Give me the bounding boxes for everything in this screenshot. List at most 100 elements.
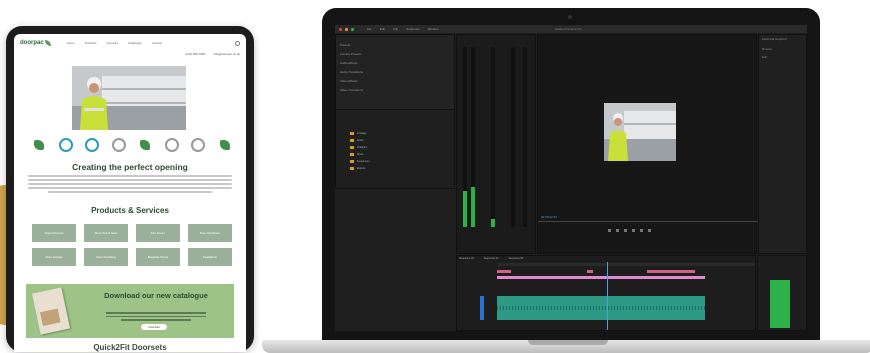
bin-label: Footage bbox=[357, 132, 367, 135]
bin-label: Music bbox=[357, 153, 364, 156]
step-forward-icon[interactable] bbox=[640, 229, 643, 232]
effects-item[interactable]: Video Transitions bbox=[340, 88, 363, 92]
forward-icon[interactable] bbox=[632, 229, 635, 232]
intro-text bbox=[28, 175, 232, 195]
bin-row[interactable]: Graphics bbox=[350, 146, 367, 149]
playhead[interactable] bbox=[607, 262, 608, 330]
product-tile[interactable]: Internal Doors bbox=[32, 224, 76, 242]
tab-browse[interactable]: Browse bbox=[762, 47, 772, 51]
timeline-panel: Sequence 01 Sequence 02 Sequence 03 bbox=[456, 255, 756, 331]
nav-item[interactable]: Home bbox=[67, 41, 75, 45]
catalogue-image bbox=[31, 287, 71, 335]
nav-item[interactable]: Catalogue bbox=[128, 41, 142, 45]
ring-badge-icon bbox=[85, 138, 100, 152]
timeline-tab[interactable]: Sequence 03 bbox=[509, 257, 524, 260]
doorsets-heading: Quick2Fit Doorsets bbox=[93, 343, 167, 352]
bin-label: Graphics bbox=[357, 146, 368, 149]
effects-item[interactable]: Presets bbox=[340, 43, 363, 47]
export-frame-icon[interactable] bbox=[648, 229, 651, 232]
close-window-icon[interactable] bbox=[339, 27, 342, 31]
timeline-tab[interactable]: Sequence 01 bbox=[459, 257, 474, 260]
timeline-ruler[interactable] bbox=[497, 263, 755, 266]
bin-row[interactable]: Music bbox=[350, 153, 364, 156]
step-back-icon[interactable] bbox=[608, 229, 611, 232]
product-tile[interactable]: Door Kits & Sets bbox=[84, 224, 128, 242]
audio-meter bbox=[511, 47, 515, 227]
download-button[interactable]: Download bbox=[141, 324, 167, 330]
laptop-device: File Edit Clip Sequence Window Adobe Pre… bbox=[322, 8, 820, 340]
product-tile[interactable]: Door Finishing bbox=[84, 248, 128, 266]
video-clip[interactable] bbox=[587, 270, 593, 273]
bin-row[interactable]: Sequences bbox=[350, 160, 370, 163]
effects-item[interactable]: Lumetri Presets bbox=[340, 52, 363, 56]
site-logo-text: doorpac bbox=[20, 40, 44, 46]
product-tile[interactable]: Installation bbox=[188, 248, 232, 266]
project-panel: Footage Audio Graphics Music Sequences E… bbox=[335, 109, 455, 189]
menu-item[interactable]: Clip bbox=[393, 27, 398, 31]
menu-bar: File Edit Clip Sequence Window bbox=[367, 27, 438, 31]
video-clip[interactable] bbox=[497, 270, 511, 273]
worker-video-frame bbox=[604, 103, 676, 161]
certificate-icon bbox=[191, 138, 206, 152]
bin-row[interactable]: Exports bbox=[350, 167, 365, 170]
window-title: Adobe Premiere Pro bbox=[555, 27, 583, 31]
bin-row[interactable]: Audio bbox=[350, 139, 363, 142]
menu-item[interactable]: File bbox=[367, 27, 372, 31]
product-tile[interactable]: Door Hardware bbox=[188, 224, 232, 242]
menu-item[interactable]: Sequence bbox=[406, 27, 420, 31]
menu-item[interactable]: Window bbox=[428, 27, 439, 31]
video-clip[interactable] bbox=[647, 270, 695, 273]
effects-item[interactable]: Audio Effects bbox=[340, 61, 363, 65]
laptop-notch bbox=[528, 340, 608, 345]
rewind-icon[interactable] bbox=[616, 229, 619, 232]
leaf-badge-icon bbox=[218, 138, 232, 152]
ring-badge-icon bbox=[58, 138, 73, 152]
tab-edit[interactable]: Edit bbox=[762, 55, 767, 59]
camera-icon bbox=[568, 15, 572, 19]
bin-label: Sequences bbox=[357, 160, 370, 163]
site-nav: Home Products Services Catalogue Contact bbox=[67, 41, 162, 45]
product-tile[interactable]: Door Linings bbox=[32, 248, 76, 266]
audio-meter bbox=[491, 47, 495, 227]
site-contact-bar: 0113 256 0000 info@doorpac.co.uk bbox=[14, 52, 246, 60]
nav-item[interactable]: Contact bbox=[152, 41, 162, 45]
product-tile[interactable]: Bespoke Doors bbox=[136, 248, 180, 266]
leaf-badge-icon bbox=[32, 138, 46, 152]
search-icon[interactable] bbox=[235, 40, 240, 46]
contact-phone[interactable]: 0113 256 0000 bbox=[185, 52, 205, 60]
certificate-icon bbox=[164, 138, 179, 152]
panel-title: Essential Graphics bbox=[762, 37, 788, 41]
menu-item[interactable]: Edit bbox=[380, 27, 385, 31]
contact-email[interactable]: info@doorpac.co.uk bbox=[213, 52, 240, 60]
audio-clip[interactable] bbox=[497, 296, 705, 320]
bin-row[interactable]: Footage bbox=[350, 132, 366, 135]
window-titlebar: File Edit Clip Sequence Window Adobe Pre… bbox=[335, 25, 807, 33]
playback-controls bbox=[608, 229, 651, 232]
nav-item[interactable]: Products bbox=[85, 41, 97, 45]
folder-icon bbox=[350, 146, 354, 149]
minimize-window-icon[interactable] bbox=[345, 27, 348, 31]
video-editor-window: File Edit Clip Sequence Window Adobe Pre… bbox=[335, 25, 807, 331]
program-video-frame[interactable] bbox=[604, 103, 676, 161]
timeline-tab[interactable]: Sequence 02 bbox=[484, 257, 499, 260]
certificate-icon bbox=[111, 138, 126, 152]
effects-item[interactable]: Video Effects bbox=[340, 79, 363, 83]
maximize-window-icon[interactable] bbox=[351, 27, 354, 31]
program-monitor: 00:00:12:04 bbox=[537, 34, 758, 254]
products-heading: Products & Services bbox=[91, 206, 169, 215]
tablet-device: doorpac Home Products Services Catalogue… bbox=[6, 26, 254, 352]
playback-scrubber[interactable] bbox=[538, 221, 758, 222]
site-logo[interactable]: doorpac bbox=[20, 40, 51, 46]
bin-label: Exports bbox=[357, 167, 366, 170]
hero-image bbox=[72, 66, 186, 130]
tablet-website: doorpac Home Products Services Catalogue… bbox=[14, 34, 246, 352]
track-target-button[interactable] bbox=[480, 296, 484, 320]
catalogue-title: Download our new catalogue bbox=[104, 291, 208, 300]
video-clip[interactable] bbox=[497, 276, 705, 279]
nav-item[interactable]: Services bbox=[107, 41, 119, 45]
folder-icon bbox=[350, 167, 354, 170]
effects-item[interactable]: Audio Transitions bbox=[340, 70, 363, 74]
play-icon[interactable] bbox=[624, 229, 627, 232]
audio-meter bbox=[463, 47, 467, 227]
product-tile[interactable]: Fire Doors bbox=[136, 224, 180, 242]
